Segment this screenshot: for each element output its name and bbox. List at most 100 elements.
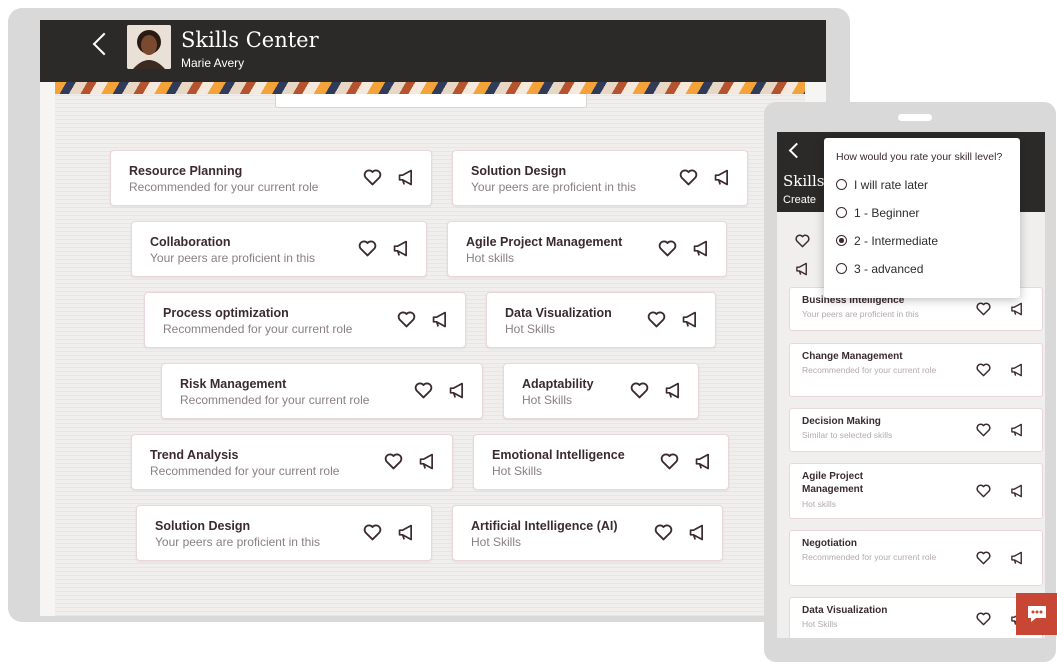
skill-card[interactable]: Negotiation Recommended for your current …	[789, 530, 1043, 586]
megaphone-icon[interactable]	[795, 262, 810, 276]
skill-card[interactable]: Decision Making Similar to selected skill…	[789, 408, 1043, 452]
skill-name: Agile Project Management	[802, 471, 864, 495]
rating-option-label: 3 - advanced	[854, 262, 924, 276]
skill-name: Data Visualization	[802, 605, 888, 616]
skill-name: Agile Project Management	[466, 235, 623, 249]
skill-name: Emotional Intelligence	[492, 448, 625, 462]
search-input[interactable]	[275, 94, 587, 108]
skill-recommendation: Hot Skills	[492, 464, 543, 478]
megaphone-icon[interactable]	[713, 169, 732, 191]
skill-card[interactable]: Resource Planning Recommended for your cu…	[110, 150, 432, 206]
rating-option-label: 2 - Intermediate	[854, 234, 939, 248]
heart-icon[interactable]	[654, 524, 673, 546]
skill-recommendation: Your peers are proficient in this	[471, 180, 636, 194]
skill-card[interactable]: Risk Management Recommended for your curr…	[161, 363, 483, 419]
heart-icon[interactable]	[397, 311, 416, 333]
skill-card[interactable]: Solution Design Your peers are proficient…	[452, 150, 748, 206]
chat-bubble-icon	[1028, 606, 1046, 622]
user-name: Marie Avery	[181, 56, 245, 70]
skill-card[interactable]: Agile Project Management Hot skills	[789, 463, 1043, 519]
megaphone-icon[interactable]	[392, 240, 411, 262]
skill-name: Decision Making	[802, 416, 881, 427]
heart-icon[interactable]	[630, 382, 649, 404]
skill-recommendation: Recommended for your current role	[180, 393, 370, 407]
skill-name: Trend Analysis	[150, 448, 239, 462]
skill-recommendation: Hot Skills	[505, 322, 556, 336]
heart-icon[interactable]	[976, 423, 991, 442]
skill-recommendation: Similar to selected skills	[802, 430, 893, 440]
skill-card[interactable]: Data Visualization Hot Skills	[486, 292, 716, 348]
megaphone-icon[interactable]	[431, 311, 450, 333]
skill-recommendation: Recommended for your current role	[129, 180, 319, 194]
phone-speaker	[898, 114, 932, 121]
heart-icon[interactable]	[647, 311, 666, 333]
skill-name: Resource Planning	[129, 164, 243, 178]
avatar	[127, 25, 171, 69]
skill-card[interactable]: Collaboration Your peers are proficient i…	[131, 221, 427, 277]
megaphone-icon[interactable]	[1010, 551, 1025, 570]
skill-card[interactable]: Data Visualization Hot Skills	[789, 597, 1043, 638]
radio-unchecked[interactable]	[836, 179, 847, 190]
megaphone-icon[interactable]	[418, 453, 437, 475]
heart-icon[interactable]	[976, 363, 991, 382]
skill-card[interactable]: Process optimization Recommended for your…	[144, 292, 466, 348]
skill-name: Data Visualization	[505, 306, 612, 320]
megaphone-icon[interactable]	[664, 382, 683, 404]
heart-icon[interactable]	[660, 453, 679, 475]
skill-recommendation: Hot Skills	[471, 535, 522, 549]
megaphone-icon[interactable]	[692, 240, 711, 262]
heart-icon[interactable]	[363, 524, 382, 546]
heart-icon[interactable]	[976, 484, 991, 503]
skill-recommendation: Hot skills	[466, 251, 515, 265]
skill-name: Negotiation	[802, 538, 857, 549]
skill-recommendation: Recommended for your current role	[150, 464, 340, 478]
skill-name: Solution Design	[155, 519, 251, 533]
heart-icon[interactable]	[414, 382, 433, 404]
skill-card[interactable]: Change Management Recommended for your cu…	[789, 343, 1043, 397]
skill-name: Solution Design	[471, 164, 567, 178]
skill-rating-popup: How would you rate your skill level? I w…	[824, 138, 1020, 298]
chat-button[interactable]	[1016, 593, 1057, 635]
rating-question: How would you rate your skill level?	[836, 151, 1003, 163]
megaphone-icon[interactable]	[688, 524, 707, 546]
chevron-left-icon[interactable]	[788, 142, 805, 159]
heart-icon[interactable]	[363, 169, 382, 191]
heart-icon[interactable]	[658, 240, 677, 262]
megaphone-icon[interactable]	[694, 453, 713, 475]
skill-card[interactable]: Trend Analysis Recommended for your curre…	[131, 434, 453, 490]
megaphone-icon[interactable]	[1010, 302, 1025, 321]
skill-name: Collaboration	[150, 235, 231, 249]
megaphone-icon[interactable]	[1010, 484, 1025, 503]
heart-icon[interactable]	[976, 612, 991, 631]
chevron-left-icon[interactable]	[92, 32, 116, 56]
megaphone-icon[interactable]	[397, 169, 416, 191]
radio-checked[interactable]	[836, 235, 847, 246]
skill-card[interactable]: Adaptability Hot Skills	[503, 363, 699, 419]
megaphone-icon[interactable]	[397, 524, 416, 546]
heart-icon[interactable]	[795, 234, 810, 248]
skill-card[interactable]: Agile Project Management Hot skills	[447, 221, 727, 277]
phone-page-subtitle: Create	[783, 194, 817, 206]
heart-icon[interactable]	[976, 302, 991, 321]
skill-name: Adaptability	[522, 377, 594, 391]
heart-icon[interactable]	[976, 551, 991, 570]
megaphone-icon[interactable]	[448, 382, 467, 404]
skill-recommendation: Recommended for your current role	[802, 552, 937, 562]
heart-icon[interactable]	[679, 169, 698, 191]
skill-recommendation: Recommended for your current role	[163, 322, 353, 336]
app-header: Skills Center Marie Avery	[40, 20, 826, 82]
skill-card[interactable]: Artificial Intelligence (AI) Hot Skills	[452, 505, 723, 561]
heart-icon[interactable]	[384, 453, 403, 475]
skill-name: Change Management	[802, 351, 903, 362]
megaphone-icon[interactable]	[681, 311, 700, 333]
skill-card[interactable]: Solution Design Your peers are proficient…	[136, 505, 432, 561]
page-title: Skills Center	[181, 28, 319, 52]
radio-unchecked[interactable]	[836, 263, 847, 274]
radio-unchecked[interactable]	[836, 207, 847, 218]
rating-option-label: I will rate later	[854, 178, 929, 192]
phone-page-title: Skills	[783, 172, 825, 190]
heart-icon[interactable]	[358, 240, 377, 262]
skill-card[interactable]: Emotional Intelligence Hot Skills	[473, 434, 729, 490]
megaphone-icon[interactable]	[1010, 423, 1025, 442]
megaphone-icon[interactable]	[1010, 363, 1025, 382]
